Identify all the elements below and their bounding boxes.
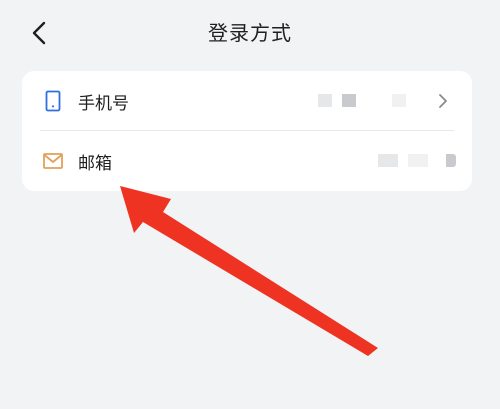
login-methods-card: 手机号 邮箱: [22, 71, 472, 191]
login-method-label: 手机号: [78, 94, 129, 114]
top-bar: 登录方式: [0, 0, 500, 66]
login-method-label: 邮箱: [78, 154, 112, 174]
page-title: 登录方式: [208, 21, 292, 45]
phone-icon: [45, 90, 61, 112]
login-method-email[interactable]: 邮箱: [22, 131, 472, 191]
masked-value: [318, 94, 406, 107]
login-method-phone[interactable]: 手机号: [22, 71, 472, 131]
chevron-right-icon: [439, 94, 447, 108]
masked-value: [378, 154, 456, 167]
mail-icon: [43, 153, 63, 169]
